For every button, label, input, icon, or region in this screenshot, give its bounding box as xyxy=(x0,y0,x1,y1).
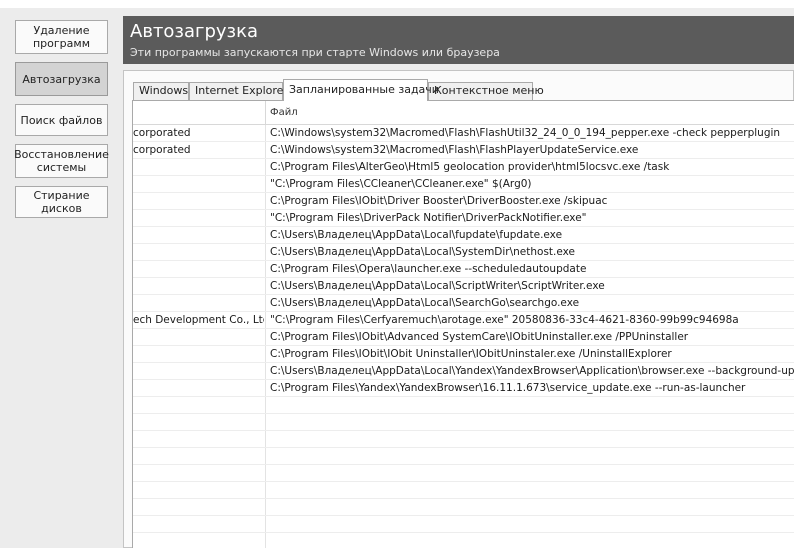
cell-file-path: C:\Program Files\Yandex\YandexBrowser\16… xyxy=(270,382,746,394)
empty-row xyxy=(133,465,794,482)
cell-file-path: C:\Program Files\AlterGeo\Html5 geolocat… xyxy=(270,161,670,173)
cell-file-path: C:\Program Files\IObit\Driver Booster\Dr… xyxy=(270,195,608,207)
table-row[interactable]: "C:\Program Files\CCleaner\CCleaner.exe"… xyxy=(133,176,794,193)
empty-row xyxy=(133,516,794,533)
cell-file-path: "C:\Program Files\DriverPack Notifier\Dr… xyxy=(270,212,587,224)
empty-row xyxy=(133,499,794,516)
table-row[interactable]: C:\Program Files\Opera\launcher.exe --sc… xyxy=(133,261,794,278)
table-row[interactable]: C:\Users\Владелец\AppData\Local\Yandex\Y… xyxy=(133,363,794,380)
sidebar-item-label: Удаление программ xyxy=(32,24,90,50)
tasks-table: Файл corporated C:\Windows\system32\Macro… xyxy=(132,100,794,548)
empty-row xyxy=(133,414,794,431)
table-header: Файл xyxy=(133,101,794,125)
cell-file-path: C:\Program Files\IObit\IObit Uninstaller… xyxy=(270,348,672,360)
sidebar-item-file-search[interactable]: Поиск файлов xyxy=(15,104,108,136)
cell-file-path: "C:\Program Files\CCleaner\CCleaner.exe"… xyxy=(270,178,532,190)
cell-file-path: C:\Users\Владелец\AppData\Local\ScriptWr… xyxy=(270,280,605,292)
table-row[interactable]: C:\Program Files\IObit\Driver Booster\Dr… xyxy=(133,193,794,210)
tab-label: Windows xyxy=(139,84,189,97)
tab-context-menu[interactable]: Контекстное меню xyxy=(428,82,544,100)
column-divider[interactable] xyxy=(265,101,266,125)
tab-label: Запланированные задачи xyxy=(289,83,439,96)
sidebar-item-uninstall[interactable]: Удаление программ xyxy=(15,20,108,54)
window-top-strip xyxy=(0,0,794,8)
tab-scheduled-tasks[interactable]: Запланированные задачи xyxy=(283,79,439,101)
tab-label: Контекстное меню xyxy=(434,84,544,97)
empty-row xyxy=(133,482,794,499)
cell-file-path: C:\Users\Владелец\AppData\Local\SystemDi… xyxy=(270,246,576,258)
page-subtitle: Эти программы запускаются при старте Win… xyxy=(130,46,500,59)
tab-label: Internet Explorer xyxy=(195,84,288,97)
table-row[interactable]: C:\Program Files\IObit\Advanced SystemCa… xyxy=(133,329,794,346)
section-header: Автозагрузка Эти программы запускаются п… xyxy=(123,16,794,64)
cell-file-path: "C:\Program Files\Cerfyaremuch\arotage.e… xyxy=(270,314,739,326)
sidebar-item-disk-wipe[interactable]: Стирание дисков xyxy=(15,186,108,218)
sidebar-item-label: Поиск файлов xyxy=(20,113,103,127)
sidebar-item-label: Восстановление системы xyxy=(14,148,109,174)
cell-file-path: C:\Windows\system32\Macromed\Flash\Flash… xyxy=(270,127,781,139)
table-row[interactable]: C:\Program Files\Yandex\YandexBrowser\16… xyxy=(133,380,794,397)
sidebar-item-label: Автозагрузка xyxy=(22,72,101,86)
table-row[interactable]: corporated C:\Windows\system32\Macromed\F… xyxy=(133,142,794,159)
table-row[interactable]: C:\Users\Владелец\AppData\Local\fupdate\… xyxy=(133,227,794,244)
table-row[interactable]: C:\Users\Владелец\AppData\Local\ScriptWr… xyxy=(133,278,794,295)
cell-file-path: C:\Users\Владелец\AppData\Local\fupdate\… xyxy=(270,229,563,241)
cell-file-path: C:\Program Files\Opera\launcher.exe --sc… xyxy=(270,263,587,275)
sidebar: Удаление программ Автозагрузка Поиск фай… xyxy=(0,8,118,548)
empty-row xyxy=(133,431,794,448)
table-row[interactable]: ech Development Co., Ltd "C:\Program File… xyxy=(133,312,794,329)
cell-file-path: C:\Users\Владелец\AppData\Local\SearchGo… xyxy=(270,297,580,309)
page-title: Автозагрузка xyxy=(130,21,259,42)
sidebar-item-autorun[interactable]: Автозагрузка xyxy=(15,62,108,96)
table-row[interactable]: "C:\Program Files\DriverPack Notifier\Dr… xyxy=(133,210,794,227)
cell-file-path: C:\Users\Владелец\AppData\Local\Yandex\Y… xyxy=(270,365,794,377)
empty-row xyxy=(133,448,794,465)
table-row[interactable]: C:\Users\Владелец\AppData\Local\SystemDi… xyxy=(133,244,794,261)
cell-file-path: C:\Program Files\IObit\Advanced SystemCa… xyxy=(270,331,689,343)
cell-publisher: corporated xyxy=(133,144,191,156)
sidebar-item-system-restore[interactable]: Восстановление системы xyxy=(14,144,109,178)
cell-file-path: C:\Windows\system32\Macromed\Flash\Flash… xyxy=(270,144,639,156)
sidebar-item-label: Стирание дисков xyxy=(33,189,90,215)
tab-internet-explorer[interactable]: Internet Explorer xyxy=(189,82,288,100)
cell-publisher: corporated xyxy=(133,127,191,139)
cell-publisher: ech Development Co., Ltd xyxy=(133,314,264,326)
table-row[interactable]: C:\Program Files\AlterGeo\Html5 geolocat… xyxy=(133,159,794,176)
empty-row xyxy=(133,533,794,548)
table-row[interactable]: C:\Program Files\IObit\IObit Uninstaller… xyxy=(133,346,794,363)
column-header-file[interactable]: Файл xyxy=(270,107,298,118)
table-row[interactable]: corporated C:\Windows\system32\Macromed\F… xyxy=(133,125,794,142)
table-row[interactable]: C:\Users\Владелец\AppData\Local\SearchGo… xyxy=(133,295,794,312)
tab-windows[interactable]: Windows xyxy=(133,82,189,100)
empty-row xyxy=(133,397,794,414)
